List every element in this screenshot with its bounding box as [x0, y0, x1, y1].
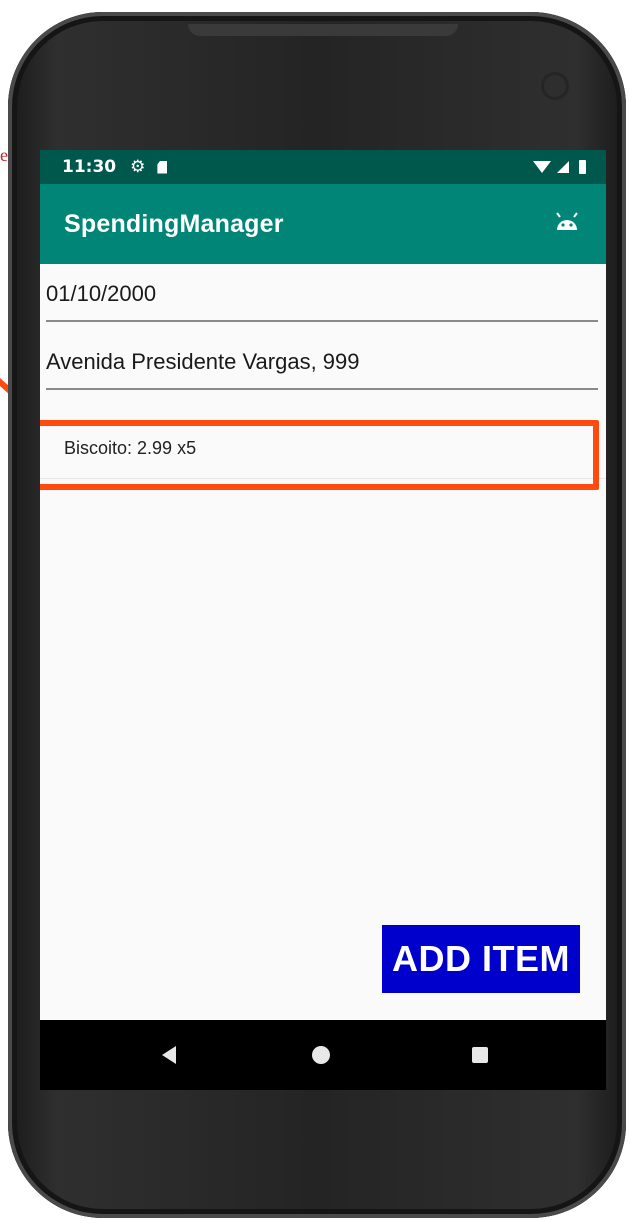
status-indicators — [533, 160, 586, 174]
address-field[interactable]: Avenida Presidente Vargas, 999 — [46, 336, 598, 390]
list-item-label: Biscoito: 2.99 x5 — [64, 437, 197, 458]
annotation-text: e — [0, 145, 8, 165]
settings-gear-icon: ⚙ — [130, 157, 146, 177]
back-icon[interactable] — [162, 1046, 176, 1064]
app-screen: 11:30 ⚙ SpendingManager 01/10/2000 Aveni… — [40, 150, 606, 1090]
home-icon[interactable] — [312, 1046, 330, 1064]
date-field-value: 01/10/2000 — [46, 281, 157, 306]
date-field[interactable]: 01/10/2000 — [46, 268, 598, 322]
app-toolbar: SpendingManager — [40, 184, 606, 264]
camera-icon — [541, 72, 569, 100]
phone-top-rim — [188, 24, 458, 36]
list-item[interactable]: Biscoito: 2.99 x5 — [40, 418, 606, 479]
battery-icon — [579, 160, 586, 174]
navigation-bar — [40, 1020, 606, 1090]
app-title: SpendingManager — [64, 209, 284, 238]
status-bar: 11:30 ⚙ — [40, 150, 606, 184]
sd-card-icon — [157, 160, 168, 174]
android-icon[interactable] — [554, 212, 580, 232]
add-item-button[interactable]: ADD ITEM — [382, 925, 580, 993]
wifi-icon — [533, 161, 551, 173]
page: e 11:30 ⚙ SpendingManager 01/10/2000 Ave… — [0, 0, 630, 1223]
signal-icon — [557, 161, 569, 173]
status-time: 11:30 — [62, 157, 117, 177]
recent-apps-icon[interactable] — [472, 1047, 488, 1063]
address-field-value: Avenida Presidente Vargas, 999 — [46, 349, 360, 374]
